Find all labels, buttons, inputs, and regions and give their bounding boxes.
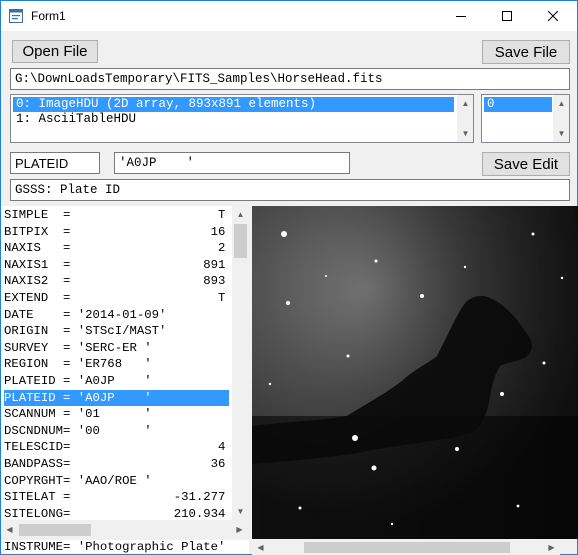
header-list-hscrollbar[interactable]: ◀ ▶ bbox=[1, 520, 249, 540]
header-card-row[interactable]: ORIGIN = 'STScI/MAST' / bbox=[4, 323, 229, 340]
header-card-row[interactable]: BANDPASS= 36 / bbox=[4, 456, 229, 473]
image-hscrollbar[interactable]: ◀ ▶ bbox=[252, 539, 560, 555]
scroll-thumb[interactable] bbox=[304, 542, 510, 553]
title-bar[interactable]: Form1 bbox=[1, 1, 577, 31]
fits-image-view[interactable] bbox=[252, 206, 578, 539]
list-item[interactable]: 0 bbox=[484, 97, 552, 112]
scroll-right-icon[interactable]: ▶ bbox=[543, 539, 560, 555]
header-card-row[interactable]: SIMPLE = T / bbox=[4, 207, 229, 224]
scroll-down-icon[interactable]: ▼ bbox=[553, 125, 569, 142]
hdu-list-scrollbar[interactable]: ▲ ▼ bbox=[457, 95, 473, 142]
close-button[interactable] bbox=[530, 1, 576, 31]
header-card-row[interactable]: PLATEID = 'A0JP ' / bbox=[4, 389, 229, 407]
header-card-row[interactable]: DSCNDNUM= '00 ' / bbox=[4, 423, 229, 440]
scroll-thumb[interactable] bbox=[19, 524, 91, 536]
plane-listbox[interactable]: 0 ▲ ▼ bbox=[481, 94, 570, 143]
file-path-field[interactable]: G:\DownLoadsTemporary\FITS_Samples\Horse… bbox=[10, 68, 570, 90]
value-field[interactable]: 'A0JP ' bbox=[114, 152, 350, 174]
header-card-row[interactable]: NAXIS1 = 891 / bbox=[4, 257, 229, 274]
header-card-row[interactable]: BITPIX = 16 / bbox=[4, 224, 229, 241]
list-item[interactable]: 1: AsciiTableHDU bbox=[13, 112, 454, 127]
comment-field[interactable]: GSSS: Plate ID bbox=[10, 179, 570, 201]
scroll-left-icon[interactable]: ◀ bbox=[252, 539, 269, 555]
save-file-button[interactable]: Save File bbox=[482, 40, 570, 64]
scroll-down-icon[interactable]: ▼ bbox=[232, 503, 249, 520]
scroll-down-icon[interactable]: ▼ bbox=[457, 125, 473, 142]
plane-list-scrollbar[interactable]: ▲ ▼ bbox=[553, 95, 569, 142]
minimize-button[interactable] bbox=[438, 1, 484, 31]
app-icon bbox=[9, 9, 23, 23]
window-title: Form1 bbox=[31, 9, 66, 23]
header-card-row[interactable]: NAXIS2 = 893 / bbox=[4, 273, 229, 290]
header-card-list[interactable]: SIMPLE = T / BITPIX = 16 /NAXIS = 2 /NAXI… bbox=[1, 206, 249, 554]
scroll-thumb[interactable] bbox=[234, 224, 247, 258]
header-card-row[interactable]: EXTEND = T / bbox=[4, 290, 229, 307]
header-card-row[interactable]: DATE = '2014-01-09' / bbox=[4, 307, 229, 324]
open-file-button[interactable]: Open File bbox=[12, 40, 98, 63]
scroll-up-icon[interactable]: ▲ bbox=[553, 95, 569, 112]
horsehead-nebula-image bbox=[252, 206, 578, 539]
keyword-field[interactable]: PLATEID bbox=[10, 152, 100, 174]
header-list-vscrollbar[interactable]: ▲ ▼ bbox=[232, 206, 249, 520]
header-card-row[interactable]: NAXIS = 2 / bbox=[4, 240, 229, 257]
header-card-row[interactable]: SITELAT = -31.277 / bbox=[4, 489, 229, 506]
header-card-row[interactable]: REGION = 'ER768 ' / bbox=[4, 356, 229, 373]
header-card-row[interactable]: TELESCID= 4 / bbox=[4, 439, 229, 456]
maximize-icon bbox=[502, 11, 512, 21]
header-card-row[interactable]: INSTRUME= 'Photographic Plate' / bbox=[4, 539, 229, 554]
maximize-button[interactable] bbox=[484, 1, 530, 31]
header-card-row[interactable]: SCANNUM = '01 ' / bbox=[4, 406, 229, 423]
hdu-listbox[interactable]: 0: ImageHDU (2D array, 893x891 elements)… bbox=[10, 94, 474, 143]
close-icon bbox=[548, 11, 558, 21]
header-card-row[interactable]: PLATEID = 'A0JP ' / bbox=[4, 373, 229, 390]
save-edit-button[interactable]: Save Edit bbox=[482, 152, 570, 176]
header-card-row[interactable]: SURVEY = 'SERC-ER ' / bbox=[4, 340, 229, 357]
scroll-left-icon[interactable]: ◀ bbox=[1, 521, 18, 538]
scroll-right-icon[interactable]: ▶ bbox=[231, 521, 248, 538]
list-item[interactable]: 0: ImageHDU (2D array, 893x891 elements) bbox=[13, 97, 454, 112]
minimize-icon bbox=[456, 16, 466, 17]
scroll-up-icon[interactable]: ▲ bbox=[457, 95, 473, 112]
app-window: Form1 Open File Save File G:\DownLoadsTe… bbox=[0, 0, 578, 555]
header-card-row[interactable]: COPYRGHT= 'AAO/ROE ' / bbox=[4, 473, 229, 490]
scroll-up-icon[interactable]: ▲ bbox=[232, 206, 249, 223]
